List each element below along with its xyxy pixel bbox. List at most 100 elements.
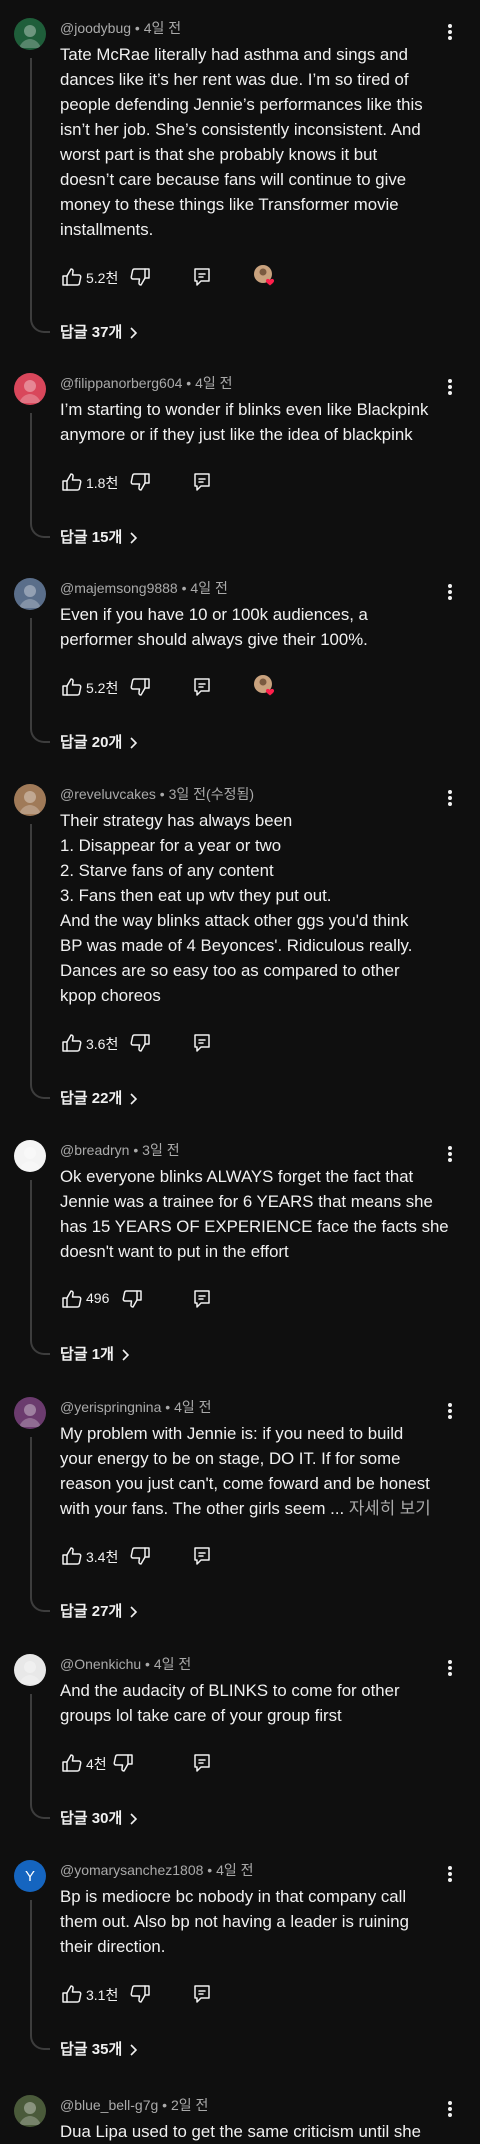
reply-icon[interactable]: [190, 1751, 214, 1775]
more-options-icon[interactable]: [440, 582, 460, 602]
thumbs-down-icon[interactable]: [128, 470, 152, 494]
more-options-icon[interactable]: [440, 377, 460, 397]
reply-icon[interactable]: [190, 1982, 214, 2006]
comment-text-line: your energy to be on stage, DO IT. If fo…: [60, 1449, 401, 1468]
user-avatar[interactable]: [14, 578, 46, 610]
comment-author[interactable]: @reveluvcakes: [60, 786, 156, 802]
comment-text-line: Dances are so easy too as compared to ot…: [60, 961, 400, 980]
comment-actions: 4천: [60, 1751, 280, 1775]
thumbs-down-icon[interactable]: [120, 1287, 144, 1311]
comment-time: 4일 전: [143, 20, 182, 36]
meta-separator: •: [141, 1656, 154, 1672]
reply-icon[interactable]: [190, 1287, 214, 1311]
comment-text: I’m starting to wonder if blinks even li…: [60, 397, 460, 447]
chevron-right-icon: [122, 734, 138, 751]
thread-connector: [30, 1180, 50, 1355]
user-avatar[interactable]: [14, 18, 46, 50]
comment-text-line: people defending Jennie’s performances l…: [60, 95, 423, 114]
comment-text-tail: with your fans. The other girls seem ...: [60, 1499, 349, 1518]
comment-author[interactable]: @breadryn: [60, 1142, 129, 1158]
replies-label: 답글 20개: [60, 734, 123, 751]
more-options-icon[interactable]: [440, 2099, 460, 2119]
view-replies-button[interactable]: 답글 30개: [60, 1807, 138, 1828]
user-avatar[interactable]: [14, 373, 46, 405]
view-replies-button[interactable]: 답글 22개: [60, 1087, 138, 1108]
user-avatar[interactable]: [14, 784, 46, 816]
comment-actions: 3.4천: [60, 1544, 280, 1568]
thumbs-up-icon[interactable]: [60, 470, 84, 494]
more-options-icon[interactable]: [440, 22, 460, 42]
thread-connector: [30, 413, 50, 538]
thumbs-up-icon[interactable]: [60, 1287, 84, 1311]
more-options-icon[interactable]: [440, 1864, 460, 1884]
comment-text: Ok everyone blinks ALWAYS forget the fac…: [60, 1164, 460, 1264]
user-avatar[interactable]: [14, 1654, 46, 1686]
more-options-icon[interactable]: [440, 788, 460, 808]
thumbs-down-icon[interactable]: [128, 675, 152, 699]
chevron-right-icon: [122, 529, 138, 546]
comment-time: 4일 전: [174, 1399, 212, 1415]
comment-author[interactable]: @filippanorberg604: [60, 375, 182, 391]
view-replies-button[interactable]: 답글 37개: [60, 321, 138, 342]
comment-author[interactable]: @majemsong9888: [60, 580, 178, 596]
thread-connector: [30, 1900, 50, 2050]
like-count: 1.8천: [86, 475, 119, 491]
creator-heart-icon: [252, 263, 278, 289]
thumbs-up-icon[interactable]: [60, 1751, 84, 1775]
more-options-icon[interactable]: [440, 1658, 460, 1678]
chevron-right-icon: [122, 1603, 138, 1620]
comment-text: And the audacity of BLINKS to come for o…: [60, 1678, 460, 1728]
user-avatar[interactable]: Y: [14, 1860, 46, 1892]
replies-label: 답글 30개: [60, 1810, 123, 1827]
reply-icon[interactable]: [190, 675, 214, 699]
thumbs-down-icon[interactable]: [128, 265, 152, 289]
view-replies-button[interactable]: 답글 27개: [60, 1600, 138, 1621]
thumbs-down-icon[interactable]: [128, 1982, 152, 2006]
like-count: 3.4천: [86, 1549, 119, 1565]
comment-text-line: 1. Disappear for a year or two: [60, 836, 282, 855]
thumbs-down-icon[interactable]: [111, 1751, 135, 1775]
user-avatar[interactable]: [14, 1140, 46, 1172]
user-avatar[interactable]: [14, 1397, 46, 1429]
more-options-icon[interactable]: [440, 1144, 460, 1164]
comment-author[interactable]: @yomarysanchez1808: [60, 1862, 203, 1878]
comment-time: 4일 전: [190, 580, 228, 596]
thumbs-up-icon[interactable]: [60, 265, 84, 289]
reply-icon[interactable]: [190, 265, 214, 289]
reply-icon[interactable]: [190, 470, 214, 494]
thumbs-up-icon[interactable]: [60, 1031, 84, 1055]
comment-author[interactable]: @joodybug: [60, 20, 131, 36]
user-avatar[interactable]: [14, 2095, 46, 2127]
more-options-icon[interactable]: [440, 1401, 460, 1421]
comment-author[interactable]: @yerispringnina: [60, 1399, 161, 1415]
comment-text-line: doesn’t care because fans will continue …: [60, 170, 407, 189]
chevron-right-icon: [122, 1810, 138, 1827]
comment-meta: @yerispringnina • 4일 전: [60, 1397, 212, 1417]
comment-actions: 3.1천: [60, 1982, 280, 2006]
comment-text: Even if you have 10 or 100k audiences, a…: [60, 602, 460, 652]
comment-text-line: Tate McRae literally had asthma and sing…: [60, 45, 408, 64]
comment-meta: @joodybug • 4일 전: [60, 18, 181, 38]
read-more-link[interactable]: 자세히 보기: [349, 1499, 431, 1518]
view-replies-button[interactable]: 답글 20개: [60, 731, 138, 752]
reply-icon[interactable]: [190, 1031, 214, 1055]
comment-author[interactable]: @blue_bell-g7g: [60, 2097, 158, 2113]
thread-connector: [30, 824, 50, 1099]
view-replies-button[interactable]: 답글 35개: [60, 2038, 138, 2059]
replies-label: 답글 27개: [60, 1603, 123, 1620]
view-replies-button[interactable]: 답글 1개: [60, 1343, 130, 1364]
meta-separator: •: [161, 1399, 175, 1415]
comment-meta: @majemsong9888 • 4일 전: [60, 578, 228, 598]
like-count: 3.6천: [86, 1036, 119, 1052]
thumbs-up-icon[interactable]: [60, 1982, 84, 2006]
comment-text-line: anymore or if they just like the idea of…: [60, 425, 413, 444]
reply-icon[interactable]: [190, 1544, 214, 1568]
thumbs-up-icon[interactable]: [60, 675, 84, 699]
thumbs-down-icon[interactable]: [128, 1031, 152, 1055]
comment-author[interactable]: @Onenkichu: [60, 1656, 141, 1672]
thumbs-down-icon[interactable]: [128, 1544, 152, 1568]
thumbs-up-icon[interactable]: [60, 1544, 84, 1568]
replies-label: 답글 37개: [60, 324, 123, 341]
view-replies-button[interactable]: 답글 15개: [60, 526, 138, 547]
comment-text-line: Jennie was a trainee for 6 YEARS that me…: [60, 1192, 433, 1211]
